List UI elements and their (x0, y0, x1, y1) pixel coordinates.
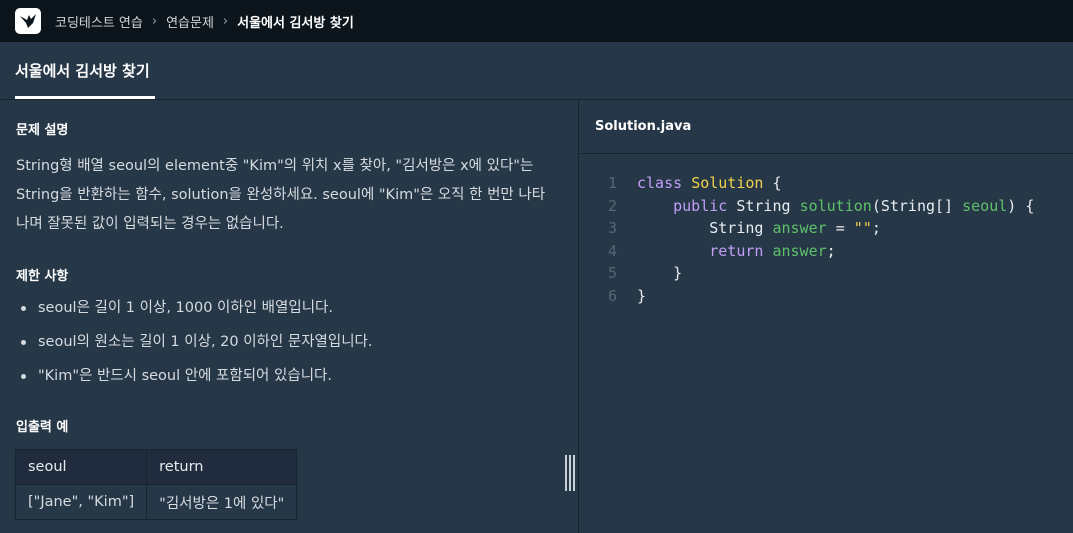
code-token: String (709, 219, 764, 238)
line-number: 6 (607, 286, 617, 305)
table-header-row: seoul return (14, 449, 298, 485)
top-navigation-bar: 코딩테스트 연습 › 연습문제 › 서울에서 김서방 찾기 (0, 0, 1073, 42)
code-token: Solution (691, 174, 764, 192)
code-line-1[interactable]: 1 class Solution { (579, 172, 1034, 195)
description-text: String형 배열 seoul의 element중 "Kim"의 위치 x를 … (16, 158, 546, 232)
code-token: } (673, 264, 683, 283)
constraint-item: seoul의 원소는 길이 1 이상, 20 이하인 문자열입니다. (21, 325, 373, 359)
line-number: 5 (607, 264, 617, 283)
code-line-4[interactable]: 4 return answer; (579, 240, 1034, 263)
constraints-list: seoul은 길이 1 이상, 1000 이하인 배열입니다. seoul의 원… (21, 291, 373, 393)
editor-filename: Solution.java (595, 119, 692, 134)
code-token: answer (772, 241, 827, 260)
breadcrumb-coding-test[interactable]: 코딩테스트 연습 (55, 12, 143, 31)
code-line-2[interactable]: 2 public String solution(String[] seoul)… (579, 195, 1034, 218)
description-heading: 문제 설명 (16, 123, 69, 138)
chevron-right-icon: › (151, 13, 158, 29)
editor-header: Solution.java (579, 100, 1073, 154)
line-number: 4 (607, 241, 617, 260)
table-row: ["Jane", "Kim"] "김서방은 1에 있다" (14, 484, 298, 520)
line-number: 1 (607, 174, 617, 192)
table-cell-seoul: ["Jane", "Kim"] (14, 484, 148, 520)
active-tab-indicator (15, 96, 155, 99)
code-token: { (772, 174, 782, 192)
code-token: { (1025, 196, 1035, 215)
constraints-heading: 제한 사항 (16, 269, 69, 284)
constraint-item: "Kim"은 반드시 seoul 안에 포함되어 있습니다. (21, 359, 373, 393)
code-line-3[interactable]: 3 String answer = ""; (579, 217, 1034, 240)
table-cell-return: "김서방은 1에 있다" (146, 484, 298, 520)
code-token: seoul (962, 196, 1008, 215)
column-header-seoul: seoul (14, 449, 148, 485)
line-number: 3 (607, 219, 617, 238)
code-token: } (637, 286, 647, 305)
column-header-return: return (146, 449, 298, 485)
code-token: ; (826, 241, 836, 260)
io-example-table: seoul return ["Jane", "Kim"] "김서방은 1에 있다… (14, 449, 298, 520)
code-token: public (673, 196, 728, 215)
problem-tab-bar: 서울에서 김서방 찾기 (0, 42, 1073, 100)
code-line-5[interactable]: 5 } (579, 262, 1034, 285)
code-token: ; (871, 219, 881, 238)
breadcrumb-current-problem: 서울에서 김서방 찾기 (237, 15, 354, 31)
code-token: String (736, 196, 791, 215)
tab-problem[interactable]: 서울에서 김서방 찾기 (15, 42, 155, 99)
line-number: 2 (607, 196, 617, 215)
breadcrumb: 코딩테스트 연습 › 연습문제 › 서울에서 김서방 찾기 (55, 12, 354, 31)
panel-resize-handle[interactable] (564, 455, 576, 491)
code-token: = (835, 219, 845, 238)
chevron-right-icon: › (222, 13, 229, 29)
examples-heading: 입출력 예 (16, 420, 69, 435)
code-content[interactable]: 1 class Solution { 2 public String soluti… (579, 172, 1034, 308)
code-token: return (709, 241, 764, 260)
code-editor[interactable]: 1 class Solution { 2 public String soluti… (579, 154, 1073, 533)
constraint-item: seoul은 길이 1 이상, 1000 이하인 배열입니다. (21, 291, 373, 325)
breadcrumb-practice[interactable]: 연습문제 (166, 12, 214, 31)
code-token: answer (772, 219, 827, 238)
code-token: class (637, 174, 683, 192)
code-token: solution (799, 196, 872, 215)
code-token: "" (853, 219, 872, 238)
code-token: String[] (880, 196, 954, 215)
code-token: ( (871, 196, 881, 215)
programmers-logo-icon[interactable] (15, 8, 41, 34)
code-line-6[interactable]: 6} (579, 285, 1034, 308)
code-token: ) (1007, 196, 1017, 215)
